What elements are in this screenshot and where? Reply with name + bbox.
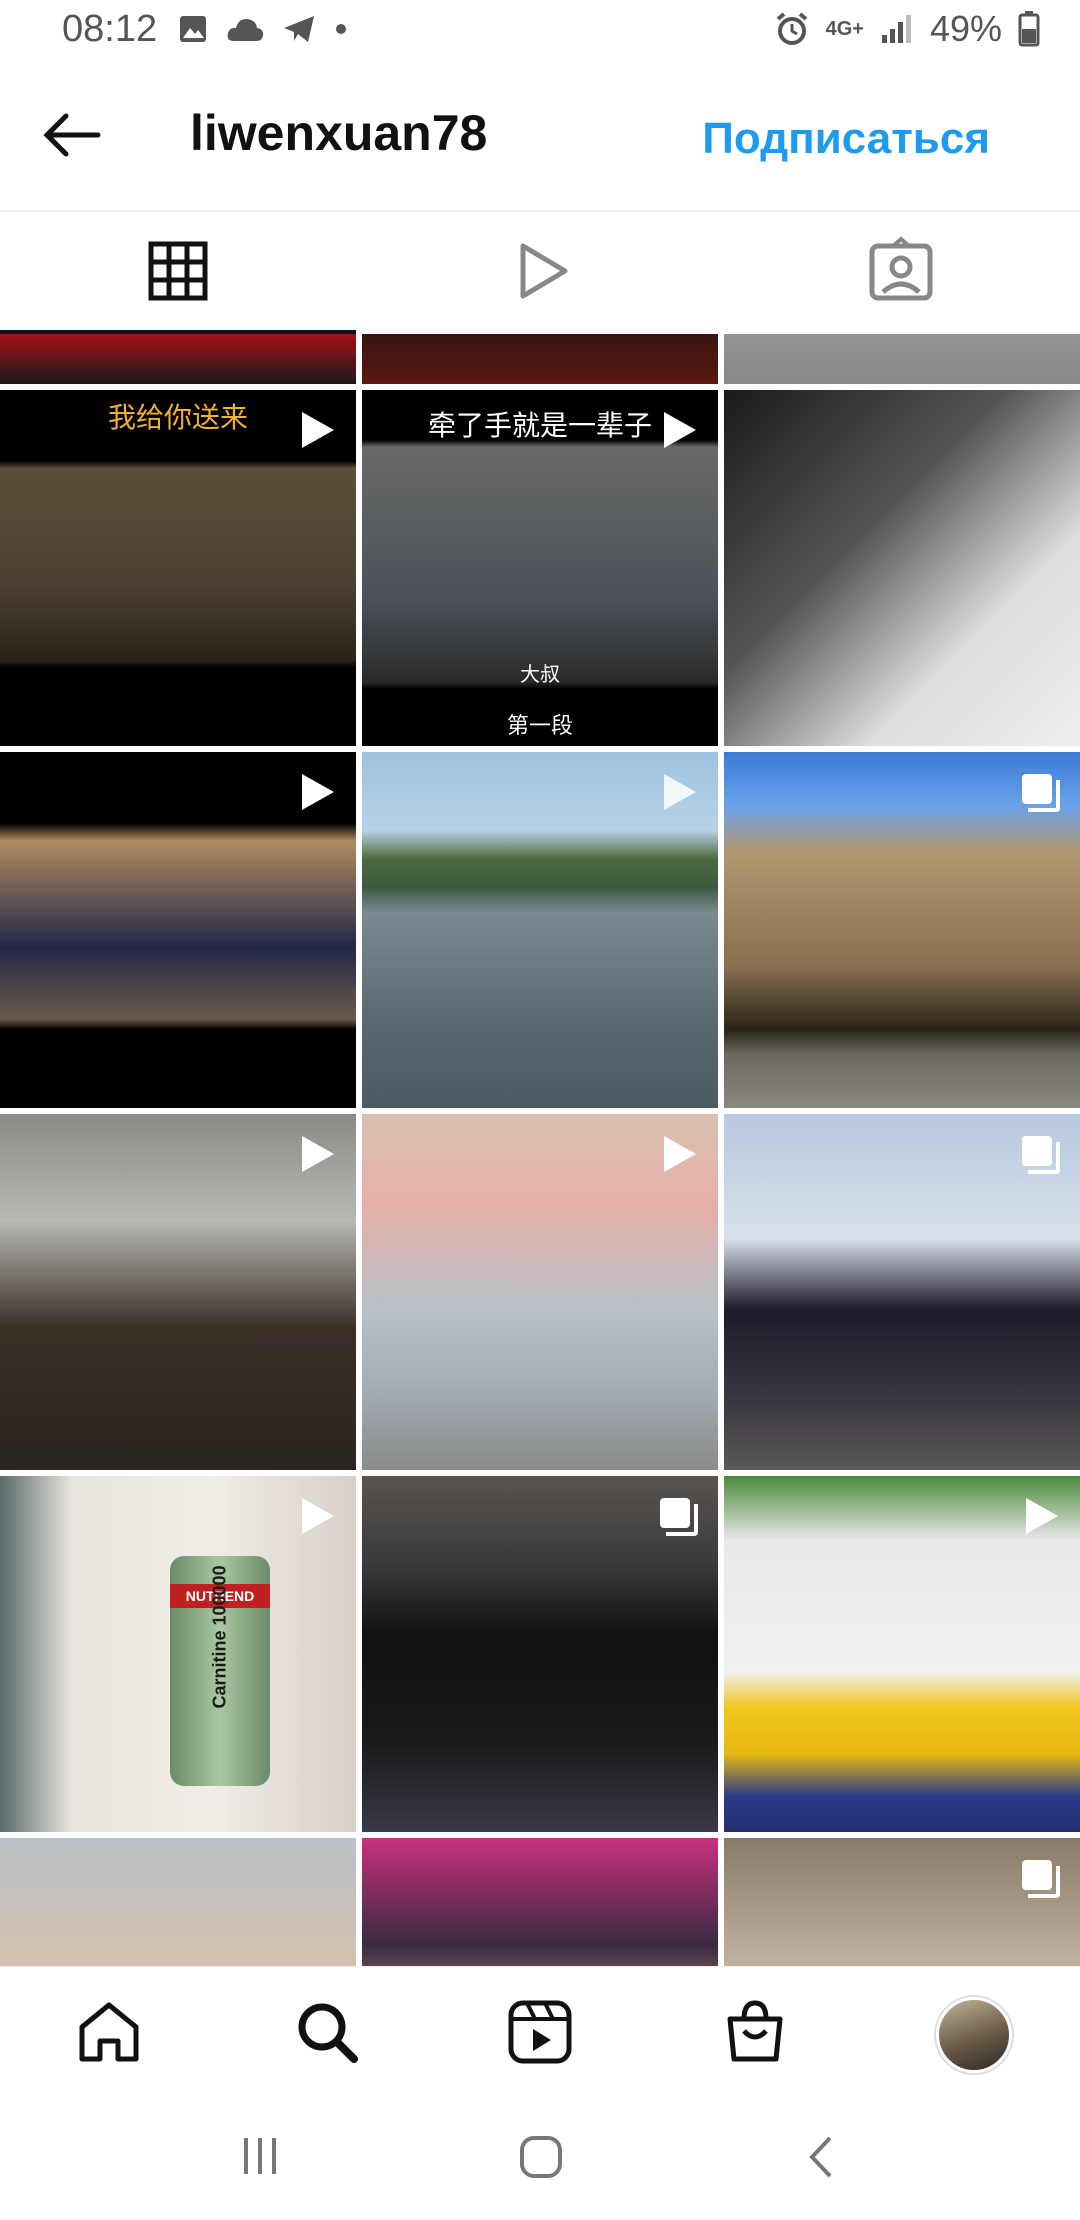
- profile-avatar[interactable]: [936, 1997, 1012, 2073]
- network-type: 4G+: [825, 17, 864, 40]
- video-play-icon: [302, 774, 334, 810]
- carousel-icon: [1022, 1136, 1060, 1174]
- grid-post[interactable]: [724, 1114, 1080, 1470]
- reels-tab-icon[interactable]: [507, 236, 577, 306]
- grid-post[interactable]: [724, 390, 1080, 746]
- video-play-icon: [1026, 1498, 1058, 1534]
- grid-post[interactable]: [724, 334, 1080, 384]
- system-back-icon[interactable]: [806, 2134, 836, 2180]
- notification-dot-icon: [336, 24, 346, 34]
- gallery-icon: [180, 16, 206, 42]
- grid-post[interactable]: [724, 752, 1080, 1108]
- system-navigation-bar: [0, 2096, 1080, 2220]
- telegram-icon: [284, 16, 314, 42]
- status-right-group: 4G+ 49%: [774, 8, 1040, 50]
- grid-post[interactable]: [362, 1114, 718, 1470]
- home-icon[interactable]: [74, 1997, 144, 2067]
- status-bar: 08:12 4G+ 49%: [0, 0, 1080, 64]
- status-time: 08:12: [62, 8, 158, 50]
- grid-post[interactable]: [0, 1838, 356, 1966]
- grid-post[interactable]: [362, 752, 718, 1108]
- grid-post[interactable]: [0, 334, 356, 384]
- reels-icon[interactable]: [505, 1997, 575, 2067]
- post-caption-bottom: 第一段: [506, 713, 573, 738]
- grid-post[interactable]: [362, 1838, 718, 1966]
- alarm-icon: [776, 12, 807, 45]
- grid-post[interactable]: NUTREND Carnitine 100000: [0, 1476, 356, 1832]
- video-play-icon: [302, 412, 334, 448]
- grid-post[interactable]: [362, 1476, 718, 1832]
- grid-post[interactable]: [0, 752, 356, 1108]
- grid-icon[interactable]: [143, 236, 213, 306]
- carousel-icon: [1022, 1860, 1060, 1898]
- video-play-icon: [664, 774, 696, 810]
- grid-post[interactable]: [724, 1838, 1080, 1966]
- grid-post[interactable]: [362, 334, 718, 384]
- home-button-icon[interactable]: [518, 2134, 564, 2180]
- grid-post[interactable]: 牵了手就是一辈子 大叔 第一段: [362, 390, 718, 746]
- grid-post[interactable]: [724, 1476, 1080, 1832]
- signal-icon: [881, 15, 911, 43]
- carousel-icon: [660, 1498, 698, 1536]
- status-notification-icons: [178, 14, 348, 44]
- post-caption-mid: 大叔: [520, 664, 560, 686]
- cloud-icon: [227, 19, 264, 41]
- bottom-navigation: [0, 1966, 1080, 2097]
- video-play-icon: [664, 412, 696, 448]
- tagged-icon[interactable]: [866, 236, 936, 306]
- posts-grid: 我给你送来 牵了手就是一辈子 大叔 第一段 NUTREND Carnitine …: [0, 334, 1080, 1966]
- video-play-icon: [302, 1498, 334, 1534]
- recent-apps-icon[interactable]: [240, 2134, 280, 2178]
- follow-button[interactable]: Подписаться: [702, 114, 990, 164]
- product-bottle: NUTREND Carnitine 100000: [170, 1556, 270, 1786]
- video-play-icon: [664, 1136, 696, 1172]
- grid-post[interactable]: [0, 1114, 356, 1470]
- shop-icon[interactable]: [720, 1997, 790, 2067]
- back-arrow-icon[interactable]: [38, 100, 108, 170]
- profile-header: liwenxuan78 Подписаться: [0, 64, 1080, 212]
- search-icon[interactable]: [292, 1997, 362, 2067]
- grid-post[interactable]: 我给你送来: [0, 390, 356, 746]
- video-play-icon: [302, 1136, 334, 1172]
- profile-username: liwenxuan78: [190, 105, 488, 161]
- battery-icon: [1018, 11, 1040, 47]
- bottle-label: Carnitine 100000: [209, 1565, 230, 1709]
- carousel-icon: [1022, 774, 1060, 812]
- battery-percent: 49%: [929, 8, 1002, 49]
- profile-tabs: [0, 212, 1080, 334]
